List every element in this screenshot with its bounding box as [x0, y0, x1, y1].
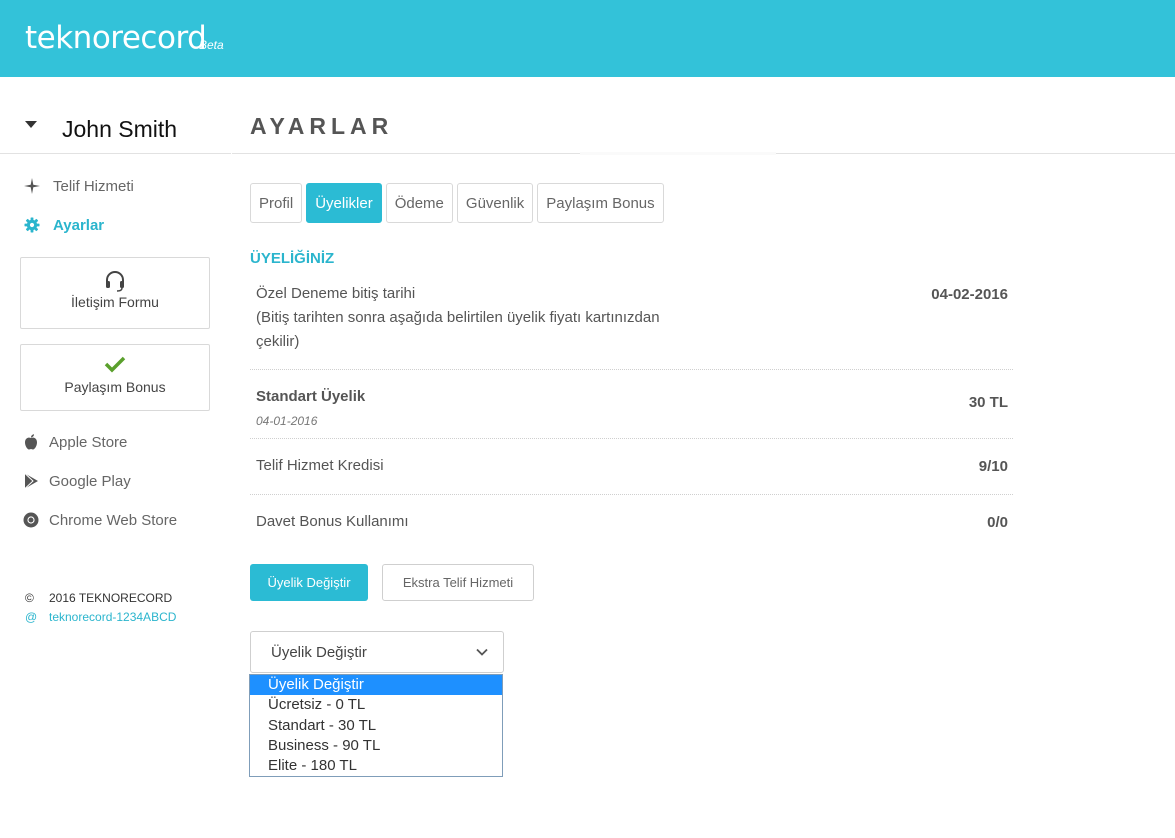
top-bar: teknorecord Beta [0, 0, 1175, 77]
invite-bonus-label: Davet Bonus Kullanımı [256, 513, 409, 530]
row-divider [250, 369, 1013, 370]
store-label: Chrome Web Store [49, 511, 178, 529]
account-link[interactable]: @ teknorecord-1234ABCD [25, 610, 176, 624]
plan-option[interactable]: Business - 90 TL [250, 736, 502, 756]
beta-tag: Beta [199, 38, 224, 52]
plus-cross-icon [22, 178, 42, 194]
caret-down-icon[interactable] [25, 121, 37, 128]
card-label: İletişim Formu [71, 294, 159, 310]
sidebar-item-telif-hizmeti[interactable]: Telif Hizmeti [22, 174, 134, 198]
trial-label-line-3: çekilir) [256, 333, 300, 350]
account-id[interactable]: teknorecord-1234ABCD [49, 610, 176, 624]
chevron-down-icon [475, 645, 489, 664]
checkmark-icon [21, 355, 209, 375]
credit-value: 9/10 [978, 458, 1008, 475]
plan-select-value: Üyelik Değiştir [271, 644, 367, 661]
plan-price: 30 TL [968, 394, 1008, 411]
copyright-text: 2016 TEKNORECORD [49, 591, 173, 605]
plan-option[interactable]: Üyelik Değiştir [250, 675, 502, 696]
sidebar-item-google-play[interactable]: Google Play [22, 470, 131, 492]
share-bonus-card[interactable]: Paylaşım Bonus [20, 344, 210, 411]
sidebar-item-label: Telif Hizmeti [53, 177, 134, 195]
copyright: © 2016 TEKNORECORD [25, 591, 172, 605]
page-title: AYARLAR [250, 113, 394, 139]
at-symbol: @ [25, 610, 38, 624]
tab-guvenlik[interactable]: Güvenlik [456, 183, 534, 223]
trial-label-line-2: (Bitiş tarihten sonra aşağıda belirtilen… [256, 309, 660, 326]
row-divider [250, 494, 1013, 495]
sidebar-item-label: Ayarlar [53, 216, 105, 234]
store-label: Google Play [49, 472, 131, 490]
play-store-icon [22, 473, 40, 489]
copyright-symbol: © [25, 591, 34, 605]
tab-paylasim-bonus[interactable]: Paylaşım Bonus [537, 183, 664, 223]
credit-label: Telif Hizmet Kredisi [256, 457, 384, 474]
plan-options-list: Üyelik Değiştir Ücretsiz - 0 TL Standart… [249, 674, 503, 777]
title-divider-highlight [580, 152, 776, 155]
card-label: Paylaşım Bonus [64, 379, 166, 395]
settings-tabs: Profil Üyelikler Ödeme Güvenlik Paylaşım… [250, 183, 664, 223]
sidebar-item-chrome-web-store[interactable]: Chrome Web Store [22, 509, 177, 531]
plan-select[interactable]: Üyelik Değiştir [250, 631, 504, 673]
contact-form-card[interactable]: İletişim Formu [20, 257, 210, 329]
extra-service-button[interactable]: Ekstra Telif Hizmeti [382, 564, 534, 601]
store-label: Apple Store [49, 433, 128, 451]
trial-end-value: 04-02-2016 [931, 286, 1008, 303]
apple-icon [22, 434, 40, 450]
change-plan-button[interactable]: Üyelik Değiştir [250, 564, 368, 601]
row-divider [250, 438, 1013, 439]
plan-date: 04-01-2016 [256, 414, 318, 428]
plan-option[interactable]: Elite - 180 TL [250, 756, 502, 776]
sidebar-item-apple-store[interactable]: Apple Store [22, 431, 127, 453]
chrome-icon [22, 512, 40, 528]
brand-logo[interactable]: teknorecord [25, 20, 207, 56]
invite-bonus-value: 0/0 [987, 514, 1008, 531]
user-menu[interactable]: John Smith [0, 108, 231, 154]
user-name[interactable]: John Smith [62, 116, 177, 143]
gear-icon [22, 217, 42, 233]
tab-uyelikler[interactable]: Üyelikler [306, 183, 382, 223]
trial-end-label: Özel Deneme bitiş tarihi (Bitiş tarihten… [256, 282, 660, 354]
tab-odeme[interactable]: Ödeme [385, 183, 453, 223]
headset-icon [21, 270, 209, 292]
section-title: ÜYELİĞİNİZ [250, 250, 335, 267]
plan-option[interactable]: Ücretsiz - 0 TL [250, 695, 502, 715]
tab-profil[interactable]: Profil [250, 183, 303, 223]
trial-label-line-1: Özel Deneme bitiş tarihi [256, 285, 416, 302]
sidebar-item-ayarlar[interactable]: Ayarlar [22, 213, 104, 237]
plan-name: Standart Üyelik [256, 388, 366, 405]
plan-option[interactable]: Standart - 30 TL [250, 716, 502, 736]
